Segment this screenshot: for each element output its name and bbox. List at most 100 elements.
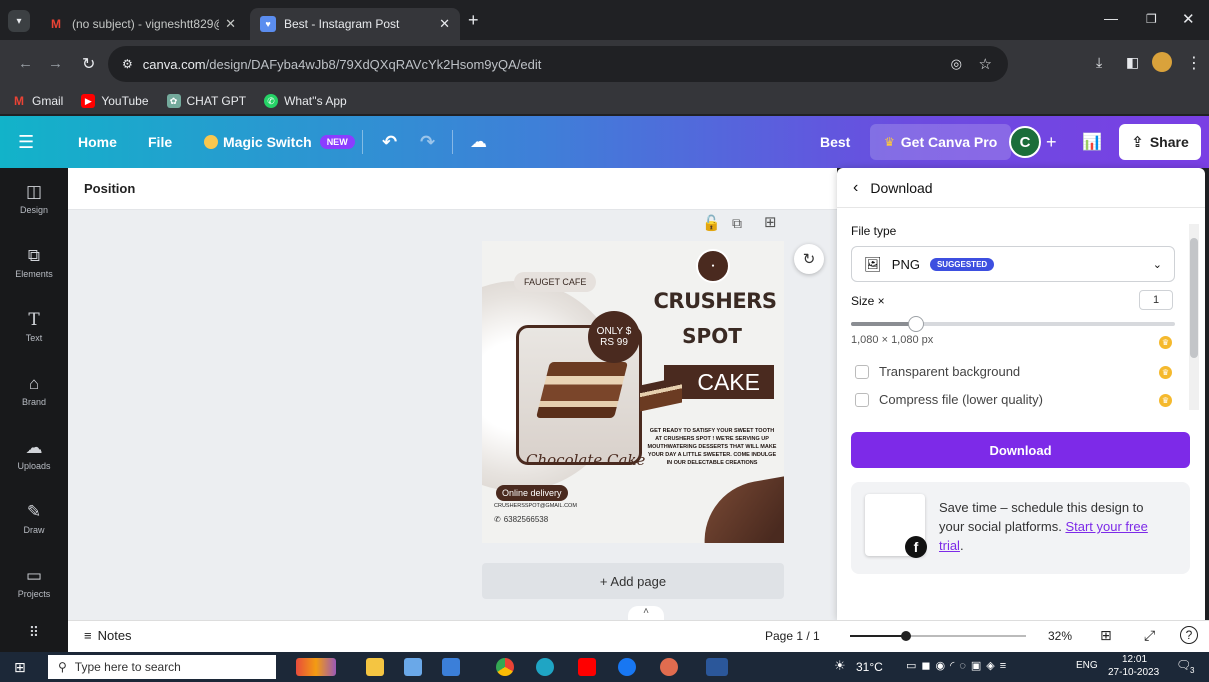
- chrome-icon[interactable]: [496, 658, 514, 676]
- notepad-icon[interactable]: [404, 658, 422, 676]
- sidebar-item-uploads[interactable]: ☁ Uploads: [0, 438, 68, 471]
- sidebar-item-text[interactable]: T Text: [0, 310, 68, 343]
- chocolate-drip-graphic: [695, 471, 784, 543]
- tab-gmail[interactable]: M (no subject) - vigneshtt829@gm ✕: [38, 8, 246, 40]
- restore-icon[interactable]: ❐: [1146, 12, 1157, 26]
- sidebar-item-elements[interactable]: ⧉ Elements: [0, 246, 68, 279]
- document-title[interactable]: Best: [820, 116, 850, 168]
- undo-icon[interactable]: ↶: [382, 116, 397, 168]
- grid-view-icon[interactable]: ⊞: [1100, 627, 1112, 644]
- back-chevron-icon[interactable]: ‹: [853, 179, 858, 197]
- draw-icon: ✎: [26, 502, 42, 521]
- fullscreen-icon[interactable]: ⤢: [1144, 627, 1155, 644]
- insights-icon[interactable]: 📊: [1082, 116, 1102, 168]
- pro-crown-icon: ♛: [1159, 336, 1172, 349]
- download-button[interactable]: Download: [851, 432, 1190, 468]
- share-button[interactable]: ⇪ Share: [1119, 124, 1201, 160]
- sidebar-item-projects[interactable]: ▭ Projects: [0, 566, 68, 599]
- windows-start-icon[interactable]: ⊞: [14, 659, 26, 676]
- tab-search-button[interactable]: ▾: [8, 10, 30, 32]
- help-icon[interactable]: ?: [1180, 626, 1198, 644]
- downloader-icon[interactable]: [442, 658, 460, 676]
- eye-off-icon[interactable]: ◎: [951, 56, 962, 72]
- bookmark-youtube[interactable]: ▶ YouTube: [81, 94, 149, 108]
- sidebar-item-label: Elements: [15, 269, 53, 279]
- forward-icon[interactable]: →: [48, 55, 63, 72]
- clock-date[interactable]: 27-10-2023: [1108, 667, 1159, 678]
- file-explorer-icon[interactable]: [366, 658, 384, 676]
- extension-icon[interactable]: ⤓: [1096, 54, 1102, 71]
- panel-scrollbar[interactable]: [1189, 224, 1199, 410]
- add-page-icon[interactable]: ⊞: [764, 213, 777, 231]
- add-member-icon[interactable]: +: [1046, 116, 1057, 168]
- hamburger-icon[interactable]: ☰: [18, 116, 34, 168]
- close-icon[interactable]: ✕: [439, 16, 450, 32]
- transparent-background-option[interactable]: Transparent background: [855, 364, 1020, 379]
- size-slider-thumb[interactable]: [907, 316, 924, 332]
- taskbar-search[interactable]: ⚲ Type here to search: [48, 655, 276, 679]
- word-icon[interactable]: [706, 658, 728, 676]
- duplicate-icon[interactable]: ⧉: [732, 215, 742, 232]
- clock-time[interactable]: 12:01: [1122, 654, 1147, 665]
- zoom-level[interactable]: 32%: [1048, 629, 1072, 643]
- notes-label: Notes: [97, 628, 132, 643]
- cloud-saved-icon[interactable]: ☁: [470, 116, 487, 168]
- position-button[interactable]: Position: [84, 181, 135, 196]
- edge-icon[interactable]: [536, 658, 554, 676]
- file-button[interactable]: File: [148, 116, 172, 168]
- search-icon: ⚲: [58, 660, 67, 674]
- new-tab-button[interactable]: +: [468, 10, 479, 31]
- checkbox[interactable]: [855, 364, 869, 379]
- lock-icon[interactable]: 🔓: [702, 214, 721, 232]
- youtube-app-icon[interactable]: [578, 658, 596, 676]
- sidebar-item-apps[interactable]: ⠿: [0, 624, 68, 644]
- system-tray-icons[interactable]: ▭◼◉◜◌▣◈≡: [906, 659, 1011, 672]
- scrollbar-thumb[interactable]: [1190, 238, 1198, 358]
- zoom-slider[interactable]: [850, 631, 1026, 641]
- tab-canva[interactable]: ♥ Best - Instagram Post ✕: [250, 8, 460, 40]
- sidebar-item-draw[interactable]: ✎ Draw: [0, 502, 68, 535]
- chrome-active-icon[interactable]: [660, 658, 678, 676]
- sidebar-item-brand[interactable]: ⌂ Brand: [0, 374, 68, 407]
- back-icon[interactable]: ←: [18, 55, 33, 72]
- sidebar-item-design[interactable]: ◫ Design: [0, 182, 68, 215]
- star-icon[interactable]: ☆: [979, 55, 992, 73]
- redo-icon[interactable]: ↷: [420, 116, 435, 168]
- magic-icon: [204, 135, 218, 149]
- refresh-assist-icon[interactable]: ↻: [794, 244, 824, 274]
- transparent-label: Transparent background: [879, 364, 1021, 379]
- design-canvas[interactable]: FAUGET CAFE ● CRUSHERS SPOT ONLY $ RS 99…: [482, 241, 784, 543]
- minimize-icon[interactable]: —: [1104, 10, 1118, 26]
- file-type-select[interactable]: 🖼 PNG SUGGESTED ⌄: [851, 246, 1175, 282]
- add-page-button[interactable]: + Add page: [482, 563, 784, 599]
- bookmark-chatgpt[interactable]: ✿ CHAT GPT: [166, 94, 246, 108]
- facebook-app-icon[interactable]: [618, 658, 636, 676]
- language-indicator[interactable]: ENG: [1076, 660, 1098, 671]
- zoom-slider-thumb[interactable]: [901, 631, 912, 641]
- size-slider[interactable]: [851, 316, 1175, 332]
- size-input[interactable]: 1: [1139, 290, 1173, 310]
- promo-end: .: [959, 538, 964, 553]
- sidepanel-icon[interactable]: ◧: [1126, 54, 1139, 71]
- close-icon[interactable]: ✕: [225, 16, 236, 32]
- close-window-icon[interactable]: ✕: [1182, 10, 1195, 28]
- bookmark-gmail[interactable]: M Gmail: [12, 94, 63, 108]
- schedule-promo-card: f Save time – schedule this design to yo…: [851, 482, 1190, 574]
- reload-icon[interactable]: ↻: [82, 54, 95, 74]
- magic-switch-button[interactable]: Magic Switch NEW: [204, 116, 355, 168]
- page-indicator[interactable]: Page 1 / 1: [765, 629, 820, 643]
- chevron-up-icon[interactable]: ˄: [628, 606, 664, 620]
- notes-button[interactable]: ≡ Notes: [84, 628, 132, 643]
- site-info-icon[interactable]: ⚙: [122, 57, 133, 71]
- notification-icon[interactable]: 🗨: [1176, 658, 1191, 672]
- home-button[interactable]: Home: [78, 116, 117, 168]
- menu-icon[interactable]: ⋮: [1186, 53, 1202, 73]
- avatar[interactable]: C: [1009, 126, 1041, 158]
- profile-icon[interactable]: [1152, 52, 1172, 72]
- bookmark-whatsapp[interactable]: ✆ What''s App: [264, 94, 347, 108]
- url-field[interactable]: ⚙ canva.com /design/DAFyba4wJb8/79XdQXqR…: [108, 46, 1008, 82]
- get-canva-pro-button[interactable]: ♛ Get Canva Pro: [870, 124, 1012, 160]
- taskview-icon[interactable]: [296, 658, 336, 676]
- compress-file-option[interactable]: Compress file (lower quality): [855, 392, 1043, 407]
- checkbox[interactable]: [855, 392, 869, 407]
